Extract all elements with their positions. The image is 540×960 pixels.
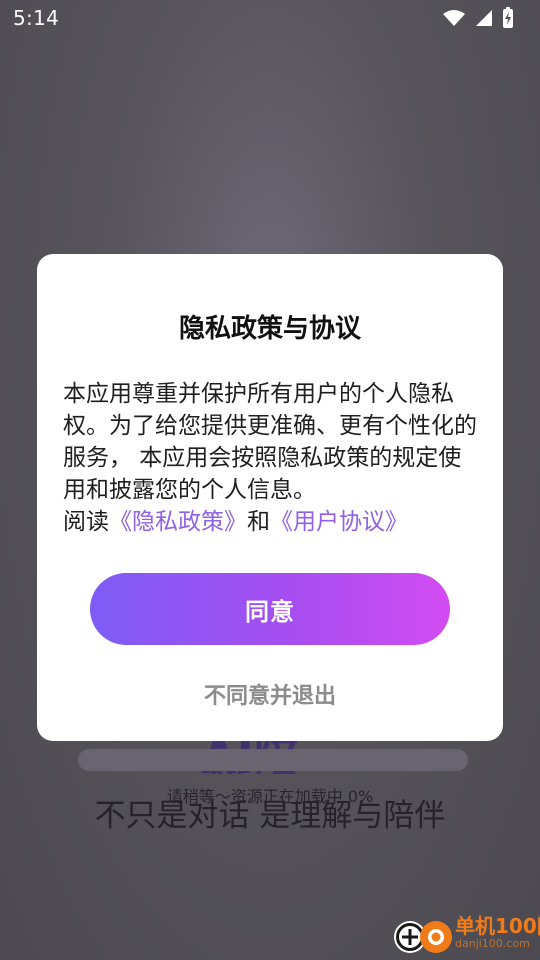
dialog-title: 隐私政策与协议 <box>178 314 361 344</box>
danji-logo-icon <box>394 921 452 953</box>
agree-button[interactable]: 同意 <box>90 573 450 645</box>
app-screen: 5:14 AI陪伴 请稍等～资源正在加载中 0% <box>0 0 540 960</box>
status-icons <box>442 7 514 29</box>
wifi-icon <box>442 8 466 28</box>
and-text: 和 <box>247 509 270 535</box>
watermark: 单机100网 danji100.com <box>393 906 540 958</box>
status-bar: 5:14 <box>0 0 540 36</box>
disagree-exit-button[interactable]: 不同意并退出 <box>37 677 503 711</box>
privacy-policy-link[interactable]: 《隐私政策》 <box>109 509 247 535</box>
privacy-policy-dialog: 隐私政策与协议 本应用尊重并保护所有用户的个人隐私权。为了给您提供更准确、更有个… <box>37 254 503 741</box>
watermark-title: 单机100网 <box>455 914 540 938</box>
status-time: 5:14 <box>13 6 60 30</box>
privacy-description: 本应用尊重并保护所有用户的个人隐私权。为了给您提供更准确、更有个性化的服务， 本… <box>63 381 477 503</box>
cellular-signal-icon <box>474 8 494 28</box>
watermark-url: danji100.com <box>455 937 530 950</box>
read-prefix: 阅读 <box>63 509 109 535</box>
user-agreement-link[interactable]: 《用户协议》 <box>270 509 408 535</box>
background-tagline: 不只是对话 是理解与陪伴 <box>94 798 446 834</box>
battery-charging-icon <box>502 7 514 29</box>
loading-progress-bar <box>78 749 468 771</box>
dialog-body: 本应用尊重并保护所有用户的个人隐私权。为了给您提供更准确、更有个性化的服务， 本… <box>63 378 477 538</box>
